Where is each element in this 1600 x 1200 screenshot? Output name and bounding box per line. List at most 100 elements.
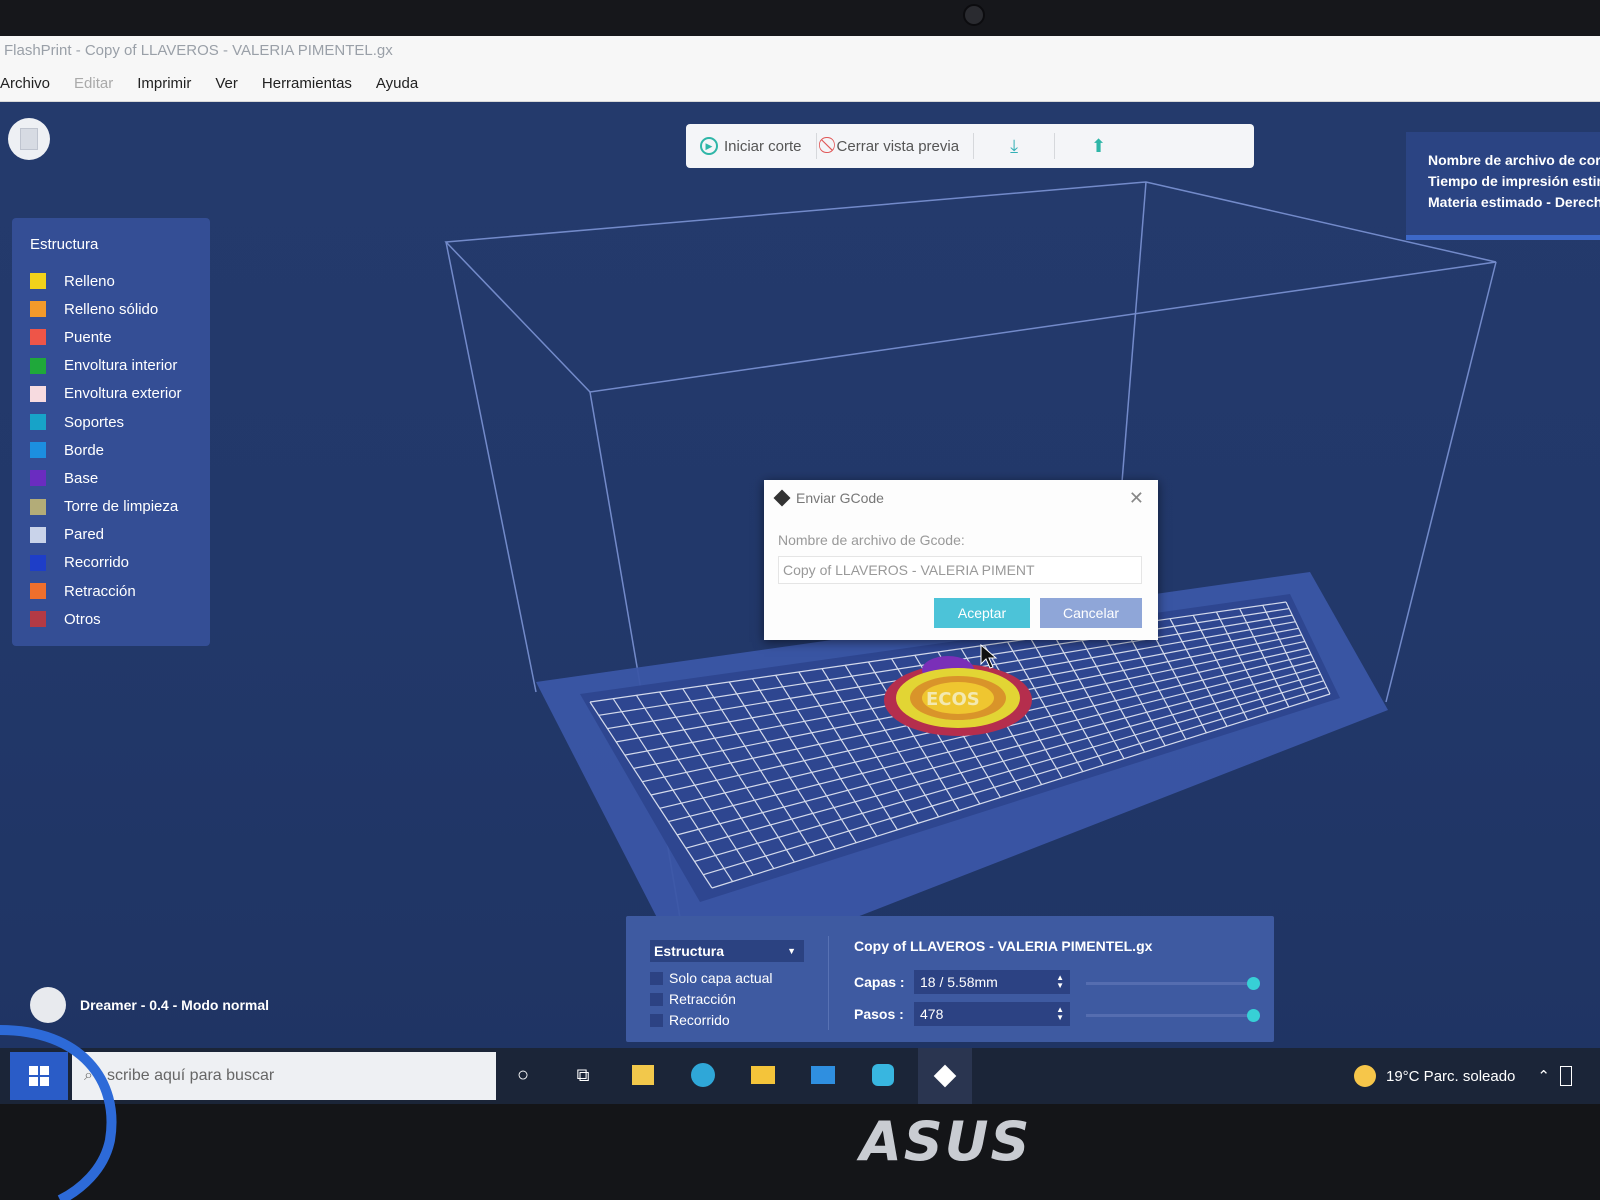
- layer-control-panel: Estructura ▼ Solo capa actual Retracción…: [626, 916, 1274, 1042]
- legend-label: Otros: [64, 610, 101, 628]
- legend-swatch: [30, 301, 46, 318]
- laptop-bezel-bottom: [0, 1104, 1600, 1200]
- slider-handle[interactable]: [1247, 977, 1260, 990]
- legend-title: Estructura: [30, 236, 99, 253]
- steps-slider[interactable]: [1086, 1009, 1260, 1022]
- info-line-material: Materia estimado - Derech: [1428, 194, 1600, 210]
- layers-value: 18 / 5.58mm: [920, 974, 998, 990]
- 3d-viewport[interactable]: ECOS ▶ Iniciar corte ⃠ Cerrar vista prev…: [0, 102, 1600, 1082]
- download-icon: ⤓: [1010, 135, 1019, 156]
- file-explorer-icon[interactable]: [746, 1058, 780, 1092]
- close-preview-button[interactable]: ⃠ Cerrar vista previa: [817, 124, 974, 168]
- structure-legend: Estructura Relleno Relleno sólido Puente En…: [12, 218, 210, 646]
- dialog-title: Enviar GCode: [796, 490, 884, 506]
- close-preview-label: Cerrar vista previa: [836, 137, 960, 155]
- legend-swatch: [30, 470, 46, 487]
- legend-swatch: [30, 526, 46, 543]
- legend-item: Puente: [30, 323, 210, 351]
- legend-item: Relleno sólido: [30, 295, 210, 323]
- send-to-printer-button[interactable]: ⬆: [1055, 124, 1142, 168]
- cortana-icon[interactable]: ○: [506, 1058, 540, 1092]
- printer-status-label: Dreamer - 0.4 - Modo normal: [80, 997, 270, 1013]
- legend-item: Base: [30, 464, 210, 492]
- view-mode-value: Estructura: [654, 943, 725, 959]
- legend-swatch: [30, 385, 46, 402]
- edge-browser-icon[interactable]: [686, 1058, 720, 1092]
- steps-label: Pasos :: [854, 1006, 904, 1022]
- cancel-button[interactable]: Cancelar: [1040, 598, 1142, 628]
- menu-editar[interactable]: Editar: [74, 75, 113, 92]
- windows-taskbar: ⌕ scribe aquí para buscar ○ ⧉ 19°C Parc.…: [0, 1048, 1600, 1107]
- checkbox-current-layer[interactable]: Solo capa actual: [650, 970, 773, 986]
- checkbox-label: Retracción: [669, 991, 736, 1007]
- model-text: ECOS: [926, 689, 980, 710]
- printer-icon: ⬆: [1091, 135, 1107, 156]
- printer-status[interactable]: Dreamer - 0.4 - Modo normal: [30, 987, 269, 1023]
- chevron-up-icon[interactable]: ⌃: [1537, 1067, 1550, 1085]
- mail-icon[interactable]: [806, 1058, 840, 1092]
- view-mode-select[interactable]: Estructura ▼: [650, 940, 804, 962]
- checkbox-retraction[interactable]: Retracción: [650, 991, 736, 1007]
- menu-archivo[interactable]: Archivo: [0, 75, 50, 92]
- checkbox-box: [650, 1013, 663, 1027]
- legend-item: Otros: [30, 605, 210, 633]
- battery-icon[interactable]: [1559, 1066, 1572, 1086]
- task-view-icon[interactable]: ⧉: [566, 1058, 600, 1092]
- menu-ayuda[interactable]: Ayuda: [376, 75, 418, 92]
- meet-icon[interactable]: [866, 1058, 900, 1092]
- menu-herramientas[interactable]: Herramientas: [262, 75, 352, 92]
- home-button[interactable]: [8, 118, 50, 160]
- system-tray: 19°C Parc. soleado ⌃: [1354, 1052, 1572, 1100]
- printer-status-icon: [30, 987, 66, 1023]
- webcam-icon: [963, 4, 985, 26]
- weather-text[interactable]: 19°C Parc. soleado: [1386, 1068, 1515, 1085]
- play-circle-icon: ▶: [700, 137, 718, 155]
- legend-swatch: [30, 414, 46, 431]
- legend-item: Retracción: [30, 577, 210, 605]
- send-gcode-dialog: Enviar GCode ✕ Nombre de archivo de Gcod…: [764, 480, 1158, 640]
- checkbox-travel[interactable]: Recorrido: [650, 1012, 730, 1028]
- preview-toolbar: ▶ Iniciar corte ⃠ Cerrar vista previa ⤓ …: [686, 124, 1254, 168]
- legend-swatch: [30, 357, 46, 374]
- legend-item: Relleno: [30, 267, 210, 295]
- stepper-arrows-icon: ▲ ▼: [1056, 973, 1064, 990]
- accept-button[interactable]: Aceptar: [934, 598, 1030, 628]
- legend-label: Relleno: [64, 272, 115, 290]
- layers-spinbox[interactable]: 18 / 5.58mm ▲ ▼: [914, 970, 1070, 994]
- slider-handle[interactable]: [1247, 1009, 1260, 1022]
- gcode-filename-input[interactable]: Copy of LLAVEROS - VALERIA PIMENT: [778, 556, 1142, 584]
- close-icon[interactable]: ✕: [1129, 488, 1144, 509]
- legend-item: Soportes: [30, 408, 210, 436]
- menu-imprimir[interactable]: Imprimir: [137, 75, 191, 92]
- steps-value: 478: [920, 1006, 944, 1022]
- layers-label: Capas :: [854, 974, 905, 990]
- export-button[interactable]: ⤓: [974, 124, 1054, 168]
- model-filename: Copy of LLAVEROS - VALERIA PIMENTEL.gx: [854, 938, 1153, 954]
- asus-logo: ASUS: [860, 1110, 1032, 1173]
- legend-swatch: [30, 611, 46, 628]
- legend-item: Recorrido: [30, 549, 210, 577]
- legend-label: Torre de limpieza: [64, 498, 179, 516]
- legend-swatch: [30, 583, 46, 600]
- legend-label: Soportes: [64, 413, 125, 431]
- laptop-bezel-top: [0, 0, 1600, 40]
- checkbox-box: [650, 992, 663, 1006]
- widgets-icon[interactable]: [626, 1058, 660, 1092]
- legend-item: Envoltura exterior: [30, 380, 210, 408]
- steps-spinbox[interactable]: 478 ▲ ▼: [914, 1002, 1070, 1026]
- legend-swatch: [30, 554, 46, 571]
- legend-label: Retracción: [64, 582, 136, 600]
- gcode-filename-label: Nombre de archivo de Gcode:: [778, 532, 965, 548]
- mouse-cursor-icon: [980, 644, 998, 669]
- stepper-arrows-icon: ▲ ▼: [1056, 1005, 1064, 1022]
- legend-item: Borde: [30, 436, 210, 464]
- start-slice-label: Iniciar corte: [724, 137, 802, 155]
- legend-item: Pared: [30, 521, 210, 549]
- chevron-down-icon: ▼: [787, 946, 796, 956]
- legend-label: Borde: [64, 441, 105, 459]
- start-slice-button[interactable]: ▶ Iniciar corte: [686, 124, 816, 168]
- menu-ver[interactable]: Ver: [215, 75, 238, 92]
- flashprint-taskbar-icon[interactable]: [918, 1048, 972, 1107]
- layers-slider[interactable]: [1086, 977, 1260, 990]
- screen: FlashPrint - Copy of LLAVEROS - VALERIA …: [0, 36, 1600, 1116]
